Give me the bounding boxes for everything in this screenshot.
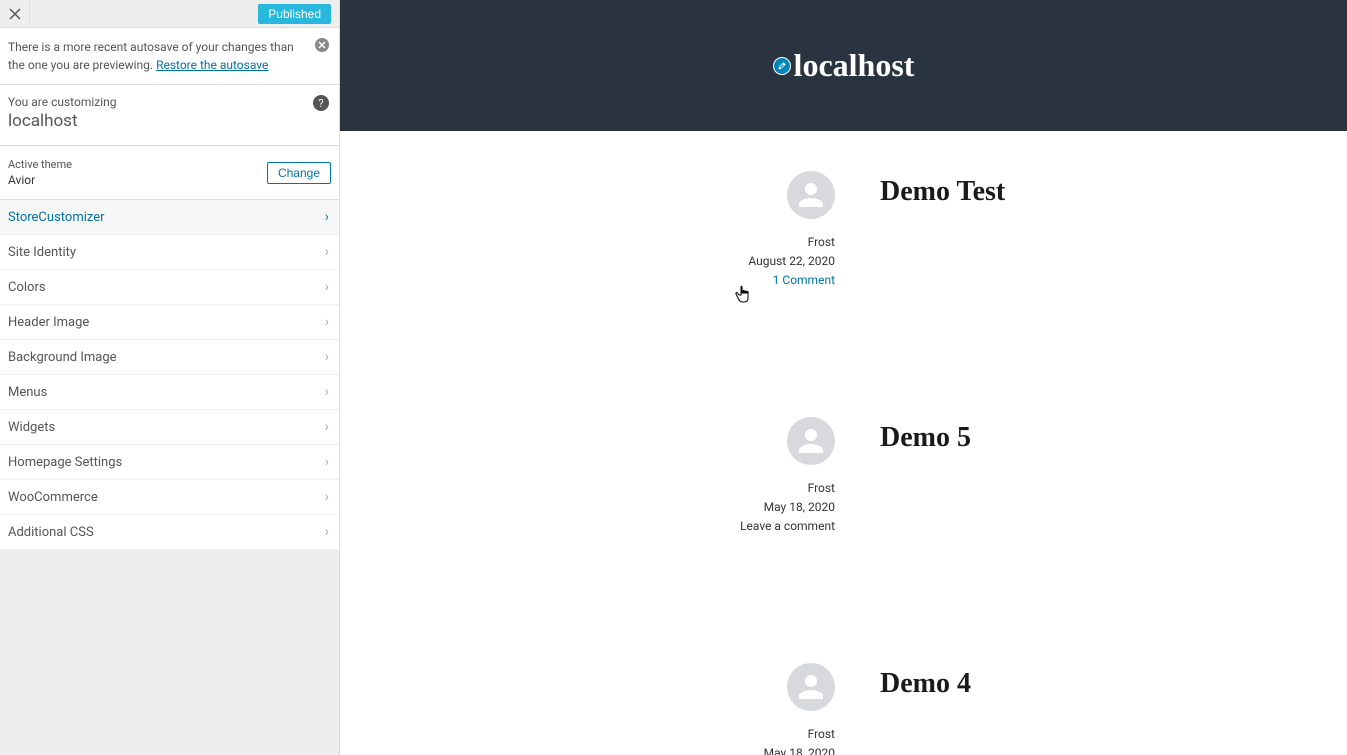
avatar xyxy=(787,663,835,711)
chevron-right-icon: › xyxy=(325,524,329,540)
post-meta: Frost May 18, 2020 Leave a comment xyxy=(720,417,880,533)
post-item: FrostMay 18, 2020Leave a commentDemo 4 xyxy=(340,663,1347,755)
user-icon xyxy=(793,669,829,705)
post-title[interactable]: Demo Test xyxy=(880,171,1005,287)
autosave-notice: There is a more recent autosave of your … xyxy=(0,28,339,85)
post-comment-link[interactable]: Leave a comment xyxy=(720,519,835,533)
customize-info-label: You are customizing xyxy=(8,95,331,109)
post-comment-link[interactable]: 1 Comment xyxy=(720,273,835,287)
panel-item-colors[interactable]: Colors › xyxy=(0,270,339,305)
edit-shortcut-icon[interactable] xyxy=(773,57,791,75)
pencil-icon xyxy=(777,61,787,71)
chevron-right-icon: › xyxy=(325,384,329,400)
active-theme-name: Avior xyxy=(8,173,72,187)
chevron-right-icon: › xyxy=(325,489,329,505)
panel-item-label: StoreCustomizer xyxy=(8,210,105,225)
site-title-text: localhost xyxy=(794,47,915,84)
chevron-right-icon: › xyxy=(325,279,329,295)
post-author[interactable]: Frost xyxy=(720,481,835,495)
panel-item-label: Widgets xyxy=(8,420,55,435)
panel-item-label: Background Image xyxy=(8,350,117,365)
panel-item-header-image[interactable]: Header Image › xyxy=(0,305,339,340)
panel-item-site-identity[interactable]: Site Identity › xyxy=(0,235,339,270)
panel-item-label: WooCommerce xyxy=(8,490,98,505)
help-icon[interactable]: ? xyxy=(313,95,329,111)
panel-item-label: Menus xyxy=(8,385,47,400)
panel-item-storecustomizer[interactable]: StoreCustomizer › xyxy=(0,200,339,235)
post-item: Frost May 18, 2020 Leave a comment Demo 5 xyxy=(340,417,1347,533)
site-title: localhost xyxy=(773,47,915,84)
panel-item-label: Colors xyxy=(8,280,46,295)
close-icon xyxy=(9,8,21,20)
panel-list: StoreCustomizer›Site Identity›Colors›Hea… xyxy=(0,200,339,550)
panel-item-label: Homepage Settings xyxy=(8,455,122,470)
panel-item-woocommerce[interactable]: WooCommerce › xyxy=(0,480,339,515)
preview-content: FrostAugust 22, 20201 CommentDemo TestFr… xyxy=(340,131,1347,755)
post-title[interactable]: Demo 5 xyxy=(880,417,971,533)
panel-item-label: Additional CSS xyxy=(8,525,94,540)
post-item: Frost August 22, 2020 1 Comment Demo Test xyxy=(340,171,1347,287)
panel-item-label: Header Image xyxy=(8,315,89,330)
panel-item-background-image[interactable]: Background Image › xyxy=(0,340,339,375)
chevron-right-icon: › xyxy=(325,244,329,260)
post-title[interactable]: Demo 4 xyxy=(880,663,971,755)
panel-item-label: Site Identity xyxy=(8,245,76,260)
post-date[interactable]: August 22, 2020 xyxy=(720,254,835,268)
active-theme-label: Active theme xyxy=(8,158,72,171)
restore-autosave-link[interactable]: Restore the autosave xyxy=(156,58,268,72)
avatar xyxy=(787,417,835,465)
user-icon xyxy=(793,177,829,213)
change-theme-button[interactable]: Change xyxy=(267,162,331,184)
post-date[interactable]: May 18, 2020 xyxy=(720,746,835,755)
panel-item-homepage-settings[interactable]: Homepage Settings › xyxy=(0,445,339,480)
panel-item-additional-css[interactable]: Additional CSS › xyxy=(0,515,339,550)
dismiss-icon xyxy=(318,41,326,49)
sidebar-header: Published xyxy=(0,0,339,28)
customize-info-panel: You are customizing localhost ? xyxy=(0,85,339,146)
preview-pane: localhost Frost August 22, 2020 1 Comment D… xyxy=(340,0,1347,755)
chevron-right-icon: › xyxy=(325,454,329,470)
close-button[interactable] xyxy=(0,0,30,28)
chevron-right-icon: › xyxy=(325,349,329,365)
preview-site-header: localhost xyxy=(340,0,1347,131)
post-author[interactable]: Frost xyxy=(720,727,835,741)
published-button[interactable]: Published xyxy=(258,4,331,24)
panel-item-widgets[interactable]: Widgets › xyxy=(0,410,339,445)
theme-panel: Active theme Avior Change xyxy=(0,146,339,200)
post-author[interactable]: Frost xyxy=(720,235,835,249)
post-meta: FrostMay 18, 2020Leave a comment xyxy=(720,663,880,755)
notice-dismiss-button[interactable] xyxy=(315,38,329,52)
customize-info-site-name: localhost xyxy=(8,111,331,131)
chevron-right-icon: › xyxy=(325,314,329,330)
post-meta: Frost August 22, 2020 1 Comment xyxy=(720,171,880,287)
avatar xyxy=(787,171,835,219)
chevron-right-icon: › xyxy=(325,209,329,225)
customizer-sidebar: Published There is a more recent autosav… xyxy=(0,0,340,755)
chevron-right-icon: › xyxy=(325,419,329,435)
panel-item-menus[interactable]: Menus › xyxy=(0,375,339,410)
user-icon xyxy=(793,423,829,459)
post-date[interactable]: May 18, 2020 xyxy=(720,500,835,514)
